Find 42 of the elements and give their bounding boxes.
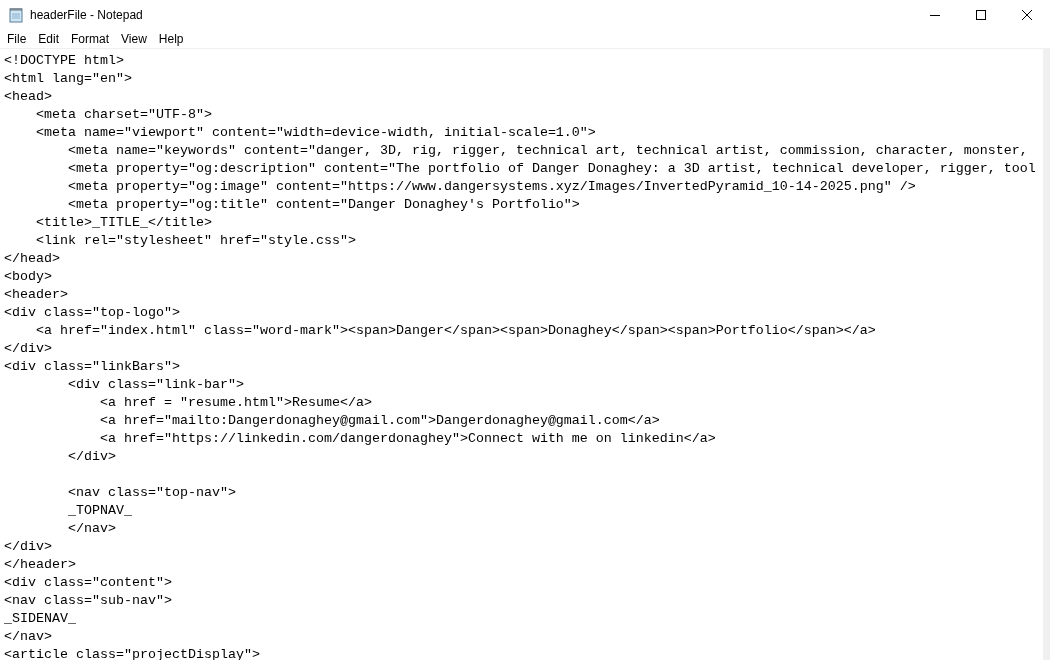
code-line: <body>	[4, 269, 52, 284]
code-line: <header>	[4, 287, 68, 302]
code-line: <nav class="top-nav">	[67, 485, 236, 500]
code-line: <div class="link-bar">	[67, 377, 244, 392]
notepad-icon	[8, 7, 24, 23]
menu-item[interactable]: Help	[152, 29, 190, 49]
code-line: </nav>	[4, 629, 52, 644]
window-title: headerFile - Notepad	[30, 7, 143, 24]
code-line: <link rel="stylesheet" href="style.css">	[35, 233, 356, 248]
code-line: <meta name="viewport" content="width=device-width, initial-scale=1.0">	[35, 125, 596, 140]
code-line: <div class="content">	[4, 575, 172, 590]
code-line: <html lang="en">	[4, 71, 132, 86]
code-line: </head>	[4, 251, 60, 266]
code-line: <a href = "resume.html">Resume</a>	[98, 395, 372, 410]
code-line: </div>	[4, 341, 52, 356]
code-line: <title>_TITLE_</title>	[35, 215, 212, 230]
code-line: <meta property="og:description" content="The portfolio of Danger Donaghey: a 3D artist, technical developer, rigger, tool	[67, 161, 1036, 176]
code-line: <nav class="sub-nav">	[4, 593, 172, 608]
code-line: </header>	[4, 557, 76, 572]
code-line: _SIDENAV_	[4, 611, 76, 626]
code-line: <head>	[4, 89, 52, 104]
code-line: <meta property="og:title" content="Danger Donaghey's Portfolio">	[67, 197, 580, 212]
menu-item[interactable]: Edit	[32, 29, 66, 49]
menu-item[interactable]: View	[115, 29, 153, 49]
code-line: <meta property="og:image" content="https://www.dangersystems.xyz/Images/InvertedPyramid_10-14-2025.png" />	[67, 179, 916, 194]
close-icon	[1022, 10, 1032, 20]
code-line: </div>	[4, 539, 52, 554]
code-line: <a href="mailto:Dangerdonaghey@gmail.com">Dangerdonaghey@gmail.com</a>	[98, 413, 660, 428]
code-line: <meta charset="UTF-8">	[35, 107, 212, 122]
code-line: <!DOCTYPE html>	[4, 53, 124, 68]
code-line: </div>	[67, 449, 116, 464]
code-line: <a href="https://linkedin.com/dangerdonaghey">Connect with me on linkedin</a>	[98, 431, 716, 446]
code-line: <meta name="keywords" content="danger, 3D, rig, rigger, technical art, technical artist, commission, character, monster,	[67, 143, 1028, 158]
menu-item[interactable]: File	[1, 29, 33, 49]
code-line: _TOPNAV_	[67, 503, 132, 518]
maximize-icon	[976, 10, 986, 20]
menu-item[interactable]: Format	[65, 29, 116, 49]
code-line: <div class="linkBars">	[4, 359, 180, 374]
code-line: </nav>	[67, 521, 116, 536]
code-line: <div class="top-logo">	[4, 305, 180, 320]
code-line: <a href="index.html" class="word-mark"><span>Danger</span><span>Donaghey</span><span>Portfolio</span></a>	[35, 323, 876, 338]
code-line: <article class="projectDisplay">	[4, 647, 260, 660]
